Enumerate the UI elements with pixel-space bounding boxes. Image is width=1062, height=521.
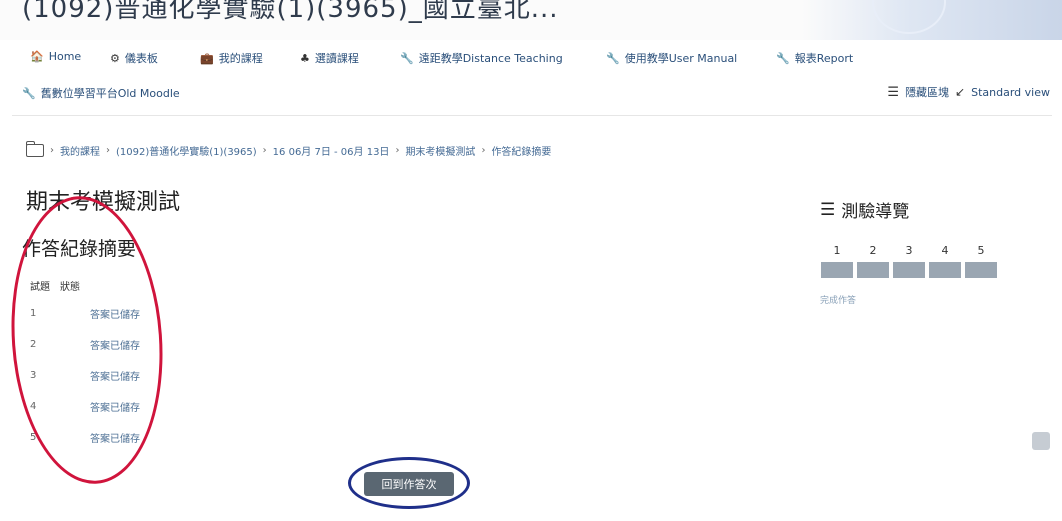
question-button-state [821,262,853,278]
nav-dashboard[interactable]: ⚙ 儀表板 [110,50,158,66]
nav-dashboard-label: 儀表板 [124,52,158,65]
breadcrumb-item[interactable]: 作答紀錄摘要 [491,143,551,158]
nav-report[interactable]: 🔧 報表Report [776,50,853,66]
question-button-number: 2 [869,244,877,257]
wrench-icon: 🔧 [400,51,414,65]
nav-home-label: Home [48,50,82,63]
nav-elective-courses-label: 選讀課程 [314,52,359,65]
dashboard-icon: ⚙ [110,51,120,65]
question-button-state [929,262,961,278]
question-button-state [857,262,889,278]
hide-blocks-icon[interactable]: ☰ [887,85,899,100]
question-button-number: 1 [833,244,841,257]
standard-view-icon[interactable]: ↙ [955,85,965,99]
wrench-icon: 🔧 [22,86,36,100]
briefcase-icon: 💼 [200,51,214,65]
sitemap-icon: ♣ [300,51,310,65]
quiz-navigation-block: ☰ 測驗導覽 1 2 3 4 5 完成作答 [820,197,1040,306]
quiz-nav-question-button[interactable]: 2 [856,244,890,278]
nav-report-label: 報表Report [794,52,854,65]
view-controls: ☰ 隱藏區塊 ↙ Standard view [887,84,1050,100]
quiz-navigation-heading: ☰ 測驗導覽 [820,197,1040,223]
nav-user-manual-label: 使用教學User Manual [624,52,738,65]
quiz-nav-question-button[interactable]: 1 [820,244,854,278]
chevron-right-icon: › [262,145,267,156]
finish-attempt-link[interactable]: 完成作答 [820,293,856,306]
blue-annotation-circle [348,457,470,509]
folder-icon[interactable] [25,141,44,157]
menu-icon: ☰ [820,199,836,220]
question-button-state [893,262,925,278]
nav-home[interactable]: 🏠 Home [30,50,81,63]
breadcrumb: › 我的課程 › (1092)普通化學實驗(1)(3965) › 16 06月 … [25,141,551,158]
nav-user-manual[interactable]: 🔧 使用教學User Manual [606,50,737,66]
hide-blocks-link[interactable]: 隱藏區塊 [905,84,949,100]
chevron-right-icon: › [106,145,110,156]
question-button-number: 5 [977,244,985,257]
home-icon: 🏠 [30,50,44,63]
nav-my-courses-label: 我的課程 [218,52,263,65]
quiz-nav-question-button[interactable]: 4 [928,244,962,278]
scroll-to-top-icon[interactable] [1032,432,1050,450]
question-button-state [965,262,997,278]
question-button-row: 1 2 3 4 5 [820,244,998,278]
chevron-right-icon: › [50,145,54,156]
nav-distance-teaching[interactable]: 🔧 遠距教學Distance Teaching [400,50,563,66]
breadcrumb-item[interactable]: 我的課程 [60,143,100,158]
nav-old-moodle[interactable]: 🔧 舊數位學習平台Old Moodle [22,85,180,101]
quiz-nav-question-button[interactable]: 3 [892,244,926,278]
question-button-number: 3 [905,244,913,257]
question-button-number: 4 [941,244,949,257]
banner-decoration [802,0,1062,40]
breadcrumb-item[interactable]: 期末考模擬測試 [405,143,475,158]
nav-elective-courses[interactable]: ♣ 選讀課程 [300,50,359,66]
quiz-navigation-title: 測驗導覽 [841,202,910,222]
wrench-icon: 🔧 [776,51,790,65]
chevron-right-icon: › [395,145,400,156]
wrench-icon: 🔧 [606,51,620,65]
nav-divider [12,115,1052,116]
course-banner-title: (1092)普通化學實驗(1)(3965)_國立臺北... [22,0,559,24]
nav-my-courses[interactable]: 💼 我的課程 [200,50,263,66]
nav-old-moodle-label: 舊數位學習平台Old Moodle [40,87,180,100]
quiz-nav-question-button[interactable]: 5 [964,244,998,278]
nav-distance-teaching-label: 遠距教學Distance Teaching [418,52,563,65]
chevron-right-icon: › [481,145,486,156]
standard-view-link[interactable]: Standard view [971,86,1050,99]
breadcrumb-item[interactable]: (1092)普通化學實驗(1)(3965) [116,143,257,158]
breadcrumb-item[interactable]: 16 06月 7日 - 06月 13日 [273,143,390,158]
site-banner: (1092)普通化學實驗(1)(3965)_國立臺北... [0,0,1062,40]
